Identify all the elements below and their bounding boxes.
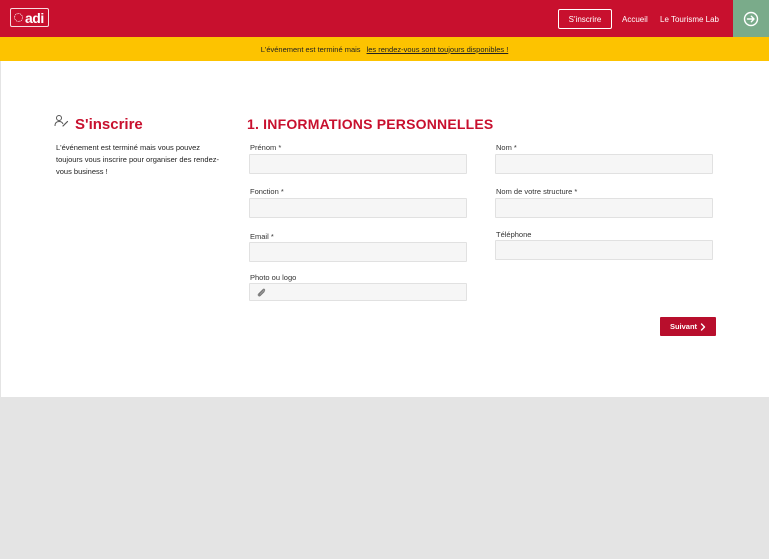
banner-link[interactable]: les rendez-vous sont toujours disponible…: [367, 45, 509, 54]
email-input[interactable]: [249, 242, 467, 262]
structure-input[interactable]: [495, 198, 713, 218]
paperclip-icon: [257, 288, 266, 296]
login-button[interactable]: [733, 0, 769, 37]
logo-sun-icon: [14, 13, 23, 22]
nav-link-tourisme-lab[interactable]: Le Tourisme Lab: [660, 15, 719, 24]
top-navbar: adi S'inscrire Accueil Le Tourisme Lab: [0, 0, 769, 37]
photo-upload-input[interactable]: [249, 283, 467, 301]
photo-label: Photo ou logo: [250, 273, 297, 282]
sidebar-title: S'inscrire: [75, 116, 143, 133]
nom-label: Nom *: [496, 143, 517, 152]
logo-text: adi: [25, 9, 44, 26]
email-label: Email *: [250, 232, 274, 241]
adi-logo[interactable]: adi: [10, 8, 49, 27]
section-title: 1. INFORMATIONS PERSONNELLES: [247, 116, 494, 132]
sidebar-description: L'événement est terminé mais vous pouvez…: [56, 143, 219, 176]
next-button[interactable]: Suivant: [660, 317, 716, 336]
prenom-input[interactable]: [249, 154, 467, 174]
banner-text: L'événement est terminé mais: [260, 44, 361, 54]
nom-input[interactable]: [495, 154, 713, 174]
login-arrow-icon: [743, 11, 759, 26]
fonction-input[interactable]: [249, 198, 467, 218]
next-button-label: Suivant: [669, 322, 698, 331]
nav-link-accueil[interactable]: Accueil: [622, 15, 648, 24]
chevron-right-icon: [700, 322, 706, 331]
fonction-label: Fonction *: [250, 187, 284, 196]
signup-pen-icon: [54, 115, 69, 127]
telephone-label: Téléphone: [496, 230, 532, 239]
prenom-label: Prénom *: [250, 143, 282, 152]
structure-label: Nom de votre structure *: [496, 187, 578, 196]
signup-button[interactable]: S'inscrire: [558, 9, 612, 29]
telephone-input[interactable]: [495, 240, 713, 260]
event-ended-banner: L'événement est terminé mais les rendez-…: [0, 37, 769, 61]
main-content: S'inscrire L'événement est terminé mais …: [1, 61, 769, 397]
